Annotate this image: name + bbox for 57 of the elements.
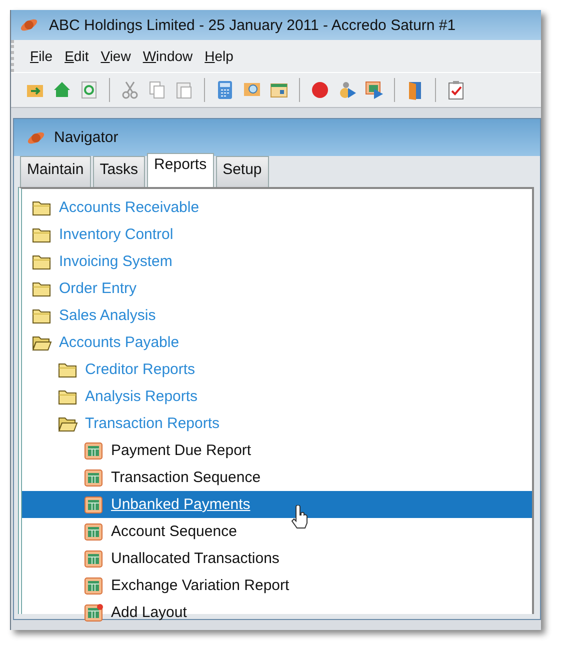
tree-item[interactable]: Accounts Receivable	[59, 199, 200, 216]
tree-item[interactable]: Transaction Reports	[85, 415, 220, 432]
menu-item[interactable]: View	[100, 48, 131, 64]
tree-item[interactable]: Unallocated Transactions	[111, 550, 280, 567]
calculator-icon[interactable]	[215, 80, 235, 100]
report-icon[interactable]	[84, 576, 104, 594]
menu-item[interactable]: File	[30, 48, 53, 64]
tree-item[interactable]: Exchange Variation Report	[111, 577, 290, 594]
tab[interactable]: Setup	[216, 156, 269, 187]
selected-row[interactable]: Unbanked Payments	[22, 491, 532, 518]
tree-item[interactable]: Unbanked Payments	[111, 496, 250, 513]
copy-icon[interactable]	[147, 80, 167, 100]
person-play-icon[interactable]	[337, 80, 357, 100]
report-icon[interactable]	[84, 468, 104, 486]
tree-item[interactable]: Invoicing System	[59, 253, 172, 270]
tree-item[interactable]: Transaction Sequence	[111, 469, 261, 486]
tab[interactable]: Tasks	[92, 156, 146, 187]
report-icon[interactable]	[84, 496, 104, 514]
tree-item[interactable]: Creditor Reports	[85, 361, 196, 378]
report-icon[interactable]	[84, 442, 104, 460]
home-icon[interactable]	[52, 80, 72, 100]
app-logo-icon	[19, 17, 39, 33]
navigator-logo-icon	[26, 130, 46, 146]
tab[interactable]: Reports	[147, 153, 214, 187]
open-folder-icon[interactable]	[32, 334, 52, 352]
report-icon[interactable]	[84, 550, 104, 568]
tree-item[interactable]: Inventory Control	[59, 226, 174, 243]
panel-title: Navigator	[54, 129, 118, 146]
folder-icon[interactable]	[32, 252, 52, 270]
folder-icon[interactable]	[58, 388, 78, 406]
report-icon[interactable]	[84, 522, 104, 540]
menu-item[interactable]: Help	[204, 48, 234, 64]
window-title: ABC Holdings Limited - 25 January 2011 - Accredo Saturn #1	[49, 16, 456, 34]
hand-cursor-icon	[290, 505, 310, 529]
folder-icon[interactable]	[32, 198, 52, 216]
folder-icon[interactable]	[58, 360, 78, 378]
cut-icon[interactable]	[120, 80, 140, 100]
tab[interactable]: Maintain	[20, 156, 91, 187]
tree-item[interactable]: Accounts Payable	[59, 334, 180, 351]
folder-icon[interactable]	[32, 306, 52, 324]
tree-item[interactable]: Payment Due Report	[111, 442, 252, 459]
folder-icon[interactable]	[32, 280, 52, 298]
open-folder-icon[interactable]	[58, 414, 78, 432]
tree-item[interactable]: Sales Analysis	[59, 307, 156, 324]
report-add-icon[interactable]	[84, 604, 104, 622]
slideshow-icon[interactable]	[364, 80, 384, 100]
menu-item[interactable]: Edit	[64, 48, 89, 64]
tree-item[interactable]: Add Layout	[111, 604, 187, 621]
stop-icon[interactable]	[310, 80, 330, 100]
menu-item[interactable]: Window	[142, 48, 193, 64]
tree-item[interactable]: Account Sequence	[111, 523, 237, 540]
folder-icon[interactable]	[32, 226, 52, 244]
tree-item[interactable]: Order Entry	[59, 280, 137, 297]
tree-item[interactable]: Analysis Reports	[85, 388, 198, 405]
refresh-icon[interactable]	[79, 80, 99, 100]
clipboard-icon[interactable]	[446, 80, 466, 100]
paste-icon[interactable]	[174, 80, 194, 100]
